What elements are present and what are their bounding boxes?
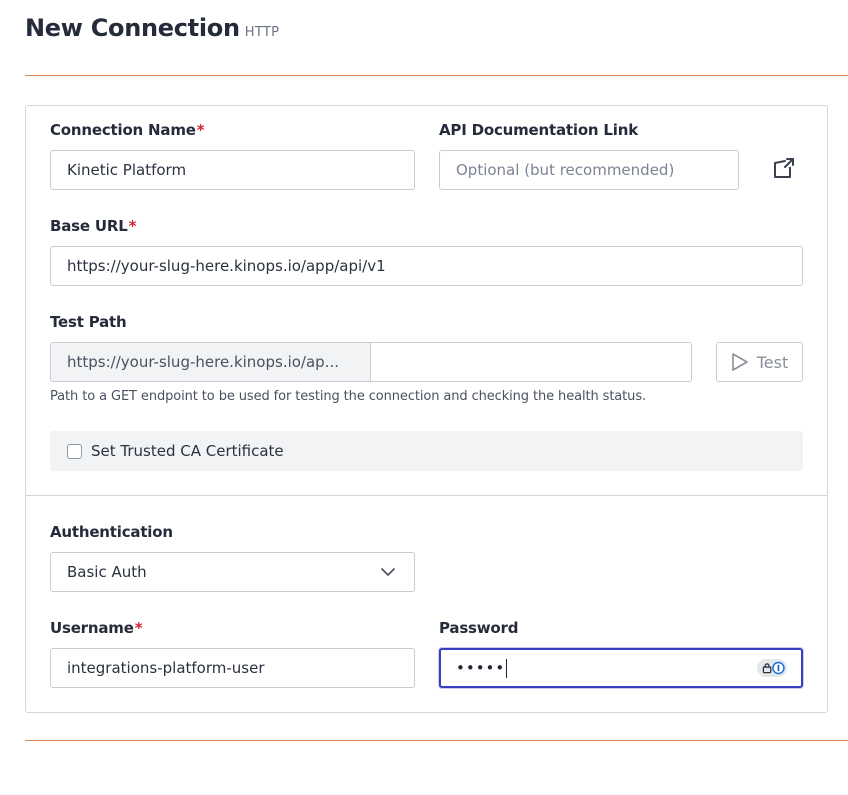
test-button[interactable]: Test [716,342,803,382]
trusted-ca-label[interactable]: Set Trusted CA Certificate [91,442,284,460]
api-doc-link-input[interactable]: Optional (but recommended) [439,150,739,190]
required-mark: * [196,121,205,139]
onepassword-icon [772,661,785,675]
username-label: Username* [50,619,143,637]
password-masked-value: ••••• [456,659,506,677]
page-header: New Connection HTTP [25,14,279,42]
connection-form-card: Connection Name* Kinetic Platform API Do… [25,105,828,713]
base-url-value: https://your-slug-here.kinops.io/app/api… [67,257,386,275]
password-manager-icon[interactable] [757,659,787,677]
external-link-icon[interactable] [771,156,797,182]
authentication-select[interactable]: Basic Auth [50,552,415,592]
authentication-label: Authentication [50,523,173,541]
test-path-input[interactable] [370,342,692,382]
connection-name-label-text: Connection Name [50,121,196,139]
lock-icon [762,663,772,674]
authentication-selected-value: Basic Auth [67,563,147,581]
test-path-help-text: Path to a GET endpoint to be used for te… [50,389,647,404]
chevron-down-icon [381,568,395,576]
trusted-ca-row[interactable]: Set Trusted CA Certificate [50,431,803,471]
api-doc-link-placeholder: Optional (but recommended) [456,161,675,179]
connection-name-input[interactable]: Kinetic Platform [50,150,415,190]
page-title: New Connection [25,14,240,42]
header-divider [25,75,848,76]
username-label-text: Username [50,619,134,637]
required-mark: * [128,217,137,235]
connection-name-value: Kinetic Platform [67,161,187,179]
connection-name-label: Connection Name* [50,121,205,139]
username-value: integrations-platform-user [67,659,265,677]
username-input[interactable]: integrations-platform-user [50,648,415,688]
base-url-label-text: Base URL [50,217,128,235]
test-path-prefix-text: https://your-slug-here.kinops.io/ap... [67,353,339,371]
password-label: Password [439,619,519,637]
trusted-ca-checkbox[interactable] [67,443,82,459]
password-input[interactable]: ••••• [439,648,803,688]
test-path-prefix: https://your-slug-here.kinops.io/ap... [50,342,371,382]
connection-type-label: HTTP [244,25,280,40]
required-mark: * [134,619,143,637]
play-icon [731,353,748,371]
footer-divider [25,740,848,741]
section-divider [26,495,827,496]
text-caret [506,658,508,678]
base-url-label: Base URL* [50,217,136,235]
test-button-label: Test [756,352,789,372]
test-path-label: Test Path [50,313,127,331]
base-url-input[interactable]: https://your-slug-here.kinops.io/app/api… [50,246,803,286]
api-doc-link-label: API Documentation Link [439,121,638,139]
